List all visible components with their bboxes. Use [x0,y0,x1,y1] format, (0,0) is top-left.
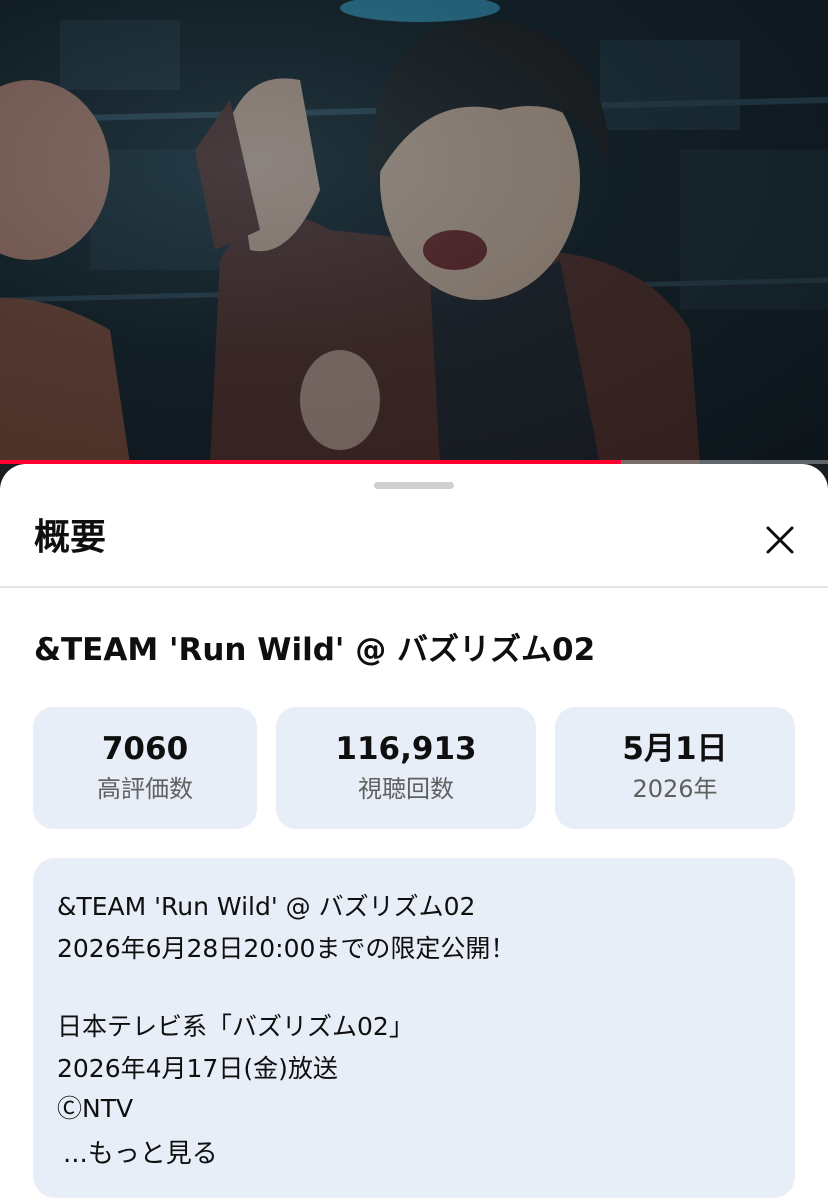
description-line: 2026年4月17日(金)放送 [57,1054,338,1083]
views-stat: 116,913 視聴回数 [276,707,536,829]
description-line: &TEAM 'Run Wild' @ バズリズム02 [57,892,476,921]
description-sheet: 概要 &TEAM 'Run Wild' @ バズリズム02 7060 高評価数 … [0,464,828,1200]
likes-label: 高評価数 [97,775,193,803]
date-stat: 5月1日 2026年 [555,707,795,829]
description-box[interactable]: &TEAM 'Run Wild' @ バズリズム02 2026年6月28日20:… [33,858,795,1198]
close-button[interactable] [752,512,808,568]
video-player[interactable] [0,0,828,464]
description-line: 2026年6月28日20:00までの限定公開！ [57,934,516,963]
publish-date: 5月1日 [622,731,728,767]
views-count: 116,913 [335,731,477,767]
close-icon [766,526,794,554]
likes-count: 7060 [101,731,189,767]
video-frame-image [0,0,828,464]
views-label: 視聴回数 [358,775,454,803]
publish-year: 2026年 [632,775,718,803]
description-line: 日本テレビ系「バズリズム02」 [57,1012,414,1041]
video-title: &TEAM 'Run Wild' @ バズリズム02 [34,632,596,668]
likes-stat: 7060 高評価数 [33,707,257,829]
show-more-link[interactable]: ...もっと見る [63,1137,218,1171]
description-line: ⒸNTV [57,1094,134,1123]
sheet-drag-handle[interactable] [374,482,454,489]
sheet-title: 概要 [34,517,107,558]
header-divider [0,586,828,588]
